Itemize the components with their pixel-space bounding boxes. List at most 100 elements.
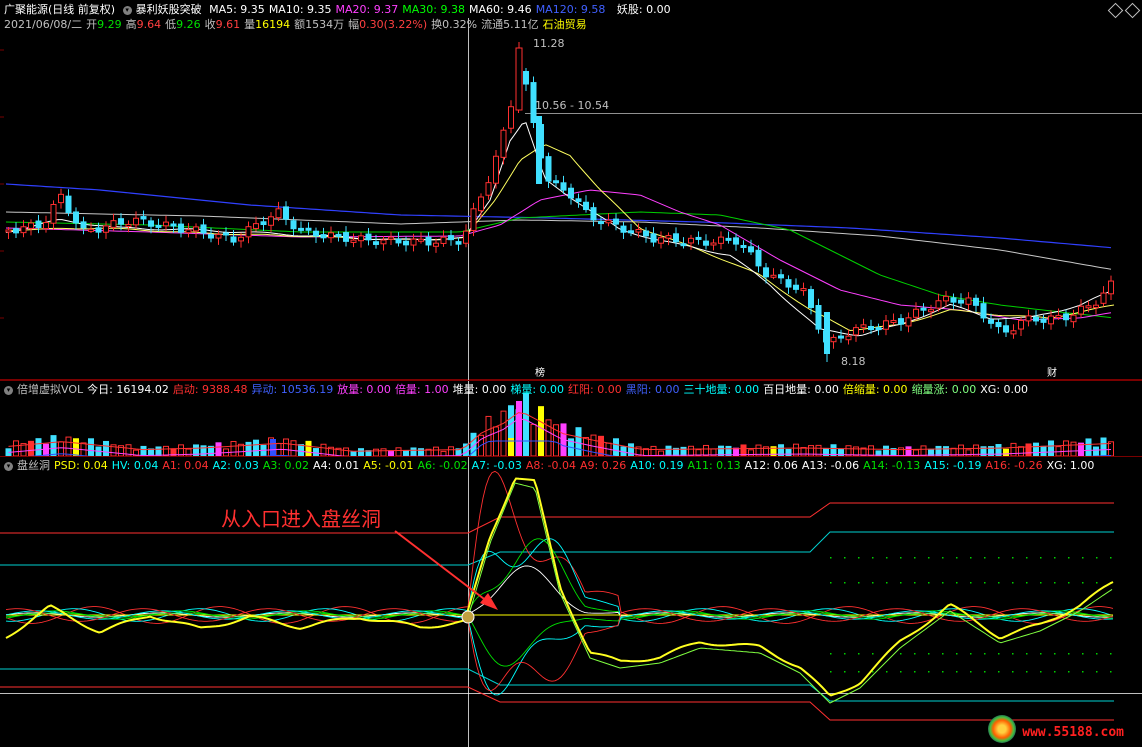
candle-down [1033, 316, 1039, 322]
candle-up [185, 229, 192, 234]
dotted-level [858, 653, 860, 655]
candle-up [478, 196, 484, 212]
tag-cai[interactable]: 财 [1045, 364, 1059, 379]
candle-down [140, 216, 147, 220]
tag-bang[interactable]: 榜 [533, 364, 547, 379]
dotted-level [998, 557, 1000, 559]
circle-chevron-icon[interactable]: ▾ [4, 461, 13, 471]
volume-bar [1040, 445, 1047, 457]
dotted-level [1054, 653, 1056, 655]
volume-bar [343, 447, 349, 457]
volume-bar [313, 448, 319, 457]
candle-up [268, 216, 274, 226]
candle-up [860, 324, 867, 328]
volume-bar [185, 448, 192, 457]
candle-down [260, 221, 267, 226]
stock-name[interactable]: 广聚能源(日线 前复权) [4, 3, 115, 16]
osc-value-12: A10: 0.19 [630, 459, 684, 472]
volume-bar [920, 445, 927, 457]
psd-line [5, 477, 1114, 697]
volume-panel[interactable]: ▾ 倍增虚拟VOL 今日: 16194.02 启动: 9388.48 异动: 10536… [0, 380, 1142, 457]
ma5-line [5, 122, 1115, 337]
yao-gu-value: 妖股: 0.00 [616, 3, 671, 16]
dotted-level [1082, 557, 1084, 559]
ma10-line [5, 144, 1115, 332]
dotted-level [956, 582, 958, 584]
volume-bar [28, 440, 34, 457]
volume-bar [230, 440, 237, 457]
candle-down [95, 227, 102, 233]
dotted-level [942, 582, 944, 584]
quote-date: 2021/06/08/二 [4, 18, 83, 31]
dotted-level [1026, 671, 1028, 673]
candle-up [1108, 280, 1114, 295]
vol-value-4: 放量: 0.00 [337, 383, 391, 396]
volume-bar [73, 438, 79, 457]
candlestick-chart[interactable] [0, 0, 1142, 380]
candle-up [1018, 319, 1024, 330]
volume-bar [1048, 440, 1054, 457]
candle-up [883, 320, 889, 330]
osc-value-8: A6: -0.02 [417, 459, 468, 472]
sector-name[interactable]: 石油贸易 [543, 18, 587, 31]
candle-up [718, 236, 724, 244]
volume-bar [380, 448, 387, 457]
candle-down [365, 233, 372, 241]
circle-chevron-icon[interactable]: ▾ [4, 385, 13, 395]
float-cap-value: 流通5.11亿 [481, 18, 539, 31]
dotted-level [1040, 582, 1042, 584]
pansidong-panel[interactable]: ▾ 盘丝洞 PSD: 0.04 HV: 0.04 A1: 0.04 A2: 0.03 A3:… [0, 456, 1142, 747]
candle-up [658, 237, 664, 244]
dotted-level [942, 671, 944, 673]
watermark: www.55188.com [988, 715, 1124, 743]
candle-up [380, 239, 387, 245]
candle-up [935, 300, 942, 309]
arrow-head-icon [480, 593, 498, 610]
osc-line-a7 [5, 610, 1114, 696]
candle-down [785, 279, 792, 288]
candle-up [830, 336, 837, 343]
candle-down [178, 223, 184, 233]
candle-down [283, 206, 289, 220]
dotted-level [1096, 582, 1098, 584]
candle-up [418, 238, 424, 242]
candle-up [125, 223, 132, 227]
candle-down [335, 233, 342, 237]
dotted-level [956, 653, 958, 655]
dotted-level [900, 557, 902, 559]
volume-bar [448, 446, 454, 457]
vol-value-6: 堆量: 0.00 [452, 383, 507, 396]
price-chart-panel[interactable]: 广聚能源(日线 前复权) ▾ 暴利妖股突破 MA5: 9.35 MA10: 9.35… [0, 0, 1142, 380]
candle-down [65, 195, 72, 214]
volume-indicator-values: 倍增虚拟VOL 今日: 16194.02 启动: 9388.48 异动: 10536.… [17, 383, 1032, 396]
candle-up [1010, 330, 1017, 335]
volume-bar [1085, 438, 1092, 457]
dotted-level [956, 671, 958, 673]
close-label: 收 [204, 18, 216, 31]
vol-value-2: 启动: 9388.48 [172, 383, 248, 396]
dotted-level [872, 557, 874, 559]
ma-label-2: MA20: 9.37 [335, 3, 399, 16]
osc-line-a2 [5, 538, 1114, 622]
volume-bar [500, 410, 507, 457]
circle-chevron-icon[interactable]: ▾ [122, 5, 132, 15]
indicator-name[interactable]: 暴利妖股突破 [136, 3, 202, 16]
annotation-text: 从入口进入盘丝洞 [221, 507, 381, 531]
dotted-level [984, 671, 986, 673]
low-label: 低 [165, 18, 177, 31]
candle-down [958, 299, 964, 304]
candle-up [253, 223, 259, 229]
volume-bar [305, 440, 312, 457]
candle-down [448, 235, 454, 241]
vol-value-9: 黑阳: 0.00 [625, 383, 680, 396]
osc-value-1: PSD: 0.04 [54, 459, 108, 472]
dotted-level [928, 653, 930, 655]
candle-down [13, 228, 19, 234]
dotted-level [1012, 671, 1014, 673]
candle-up [485, 182, 492, 196]
ma-label-4: MA60: 9.46 [468, 3, 532, 16]
volume-bar [283, 438, 289, 457]
candle-down [403, 240, 409, 246]
osc-value-19: XG: 1.00 [1046, 459, 1095, 472]
vol-value-10: 三十地量: 0.00 [683, 383, 760, 396]
